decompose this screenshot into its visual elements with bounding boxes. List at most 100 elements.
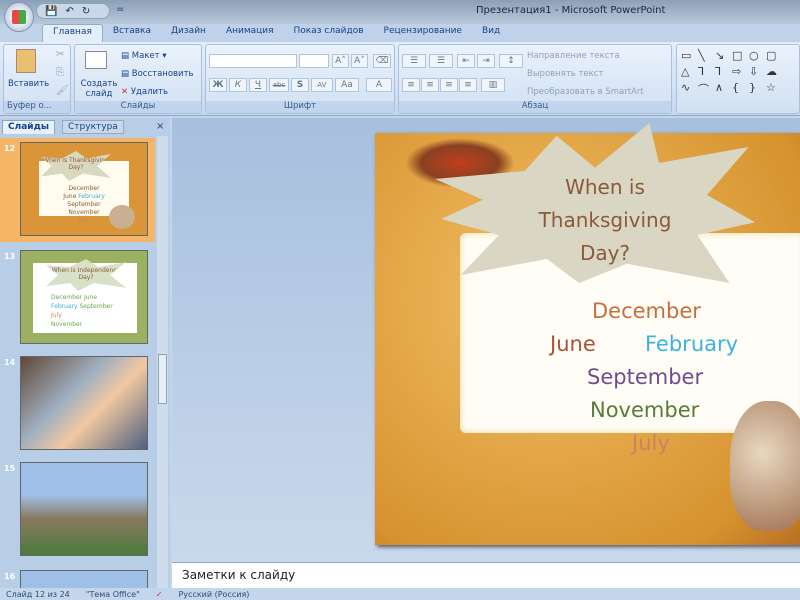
paste-button[interactable]: Вставить <box>8 79 49 89</box>
tab-outline[interactable]: Структура <box>62 120 124 134</box>
line-spacing-button[interactable]: ↕ <box>499 54 523 68</box>
tab-view[interactable]: Вид <box>472 24 510 42</box>
shape-option-icon[interactable]: ▢ <box>766 49 783 62</box>
delete-slide-button[interactable]: ✕ Удалить <box>121 87 168 97</box>
customize-qat-button[interactable]: = <box>116 4 124 15</box>
shape-option-icon[interactable]: ╲ <box>698 49 715 62</box>
shape-option-icon[interactable]: ∧ <box>715 81 732 97</box>
drawing-group: ▭ ╲ ↘ □ ○ ▢ △ ⅂ ⅂ ⇨ ⇩ ☁ ∿ ⌒ ∧{} ☆ <box>676 44 800 114</box>
shape-option-icon[interactable]: { <box>732 81 749 97</box>
tab-review[interactable]: Рецензирование <box>374 24 472 42</box>
undo-icon[interactable]: ↶ <box>65 6 73 17</box>
shape-option-icon[interactable]: ⌒ <box>698 81 715 97</box>
option-february: February <box>645 332 739 356</box>
align-center-button[interactable]: ≡ <box>421 78 439 92</box>
save-icon[interactable]: 💾 <box>45 6 57 17</box>
font-size-select[interactable] <box>299 54 329 68</box>
format-painter-icon[interactable]: 🖌 <box>56 85 69 96</box>
shape-option-icon[interactable]: ▭ <box>681 49 698 62</box>
reset-button[interactable]: ▤ Восстановить <box>121 69 194 79</box>
option-july: July <box>632 431 670 455</box>
bold-button[interactable]: Ж <box>209 78 227 92</box>
shape-option-icon[interactable]: □ <box>732 49 749 62</box>
tab-home[interactable]: Главная <box>42 24 103 42</box>
underline-button[interactable]: Ч <box>249 78 267 92</box>
align-right-button[interactable]: ≡ <box>440 78 458 92</box>
layout-button[interactable]: ▤ Макет ▾ <box>121 51 167 61</box>
justify-button[interactable]: ≡ <box>459 78 477 92</box>
notes-input[interactable]: Заметки к слайду <box>172 562 800 588</box>
slide-thumbnail-16[interactable] <box>20 570 148 590</box>
slide-thumbnail-12[interactable]: When is Thanksgiving Day? December June F… <box>20 142 148 236</box>
spellcheck-icon[interactable]: ✓ <box>156 590 163 599</box>
copy-icon[interactable]: ⎘ <box>56 67 64 78</box>
grow-font-button[interactable]: A˄ <box>332 54 349 68</box>
shape-option-icon[interactable]: ☆ <box>766 81 783 97</box>
office-logo-icon <box>12 10 26 24</box>
char-spacing-button[interactable]: AV <box>311 78 333 92</box>
slide-number: 14 <box>4 358 16 367</box>
language-indicator[interactable]: Русский (Россия) <box>178 590 249 599</box>
smartart-button[interactable]: Преобразовать в SmartArt <box>527 87 644 97</box>
new-slide-button[interactable]: Создать слайд <box>79 79 119 99</box>
shadow-button[interactable]: S <box>291 78 309 92</box>
tab-animation[interactable]: Анимация <box>216 24 284 42</box>
shape-option-icon[interactable]: ∿ <box>681 81 698 97</box>
cut-icon[interactable]: ✂ <box>56 49 64 60</box>
title-line: Day? <box>579 241 631 265</box>
slide-number: 13 <box>4 252 16 261</box>
columns-button[interactable]: ▥ <box>481 78 505 92</box>
close-panel-icon[interactable]: × <box>156 121 164 132</box>
layout-label: Макет <box>131 51 160 61</box>
strikethrough-button[interactable]: abc <box>269 78 289 92</box>
paragraph-label: Абзац <box>399 101 671 113</box>
font-color-button[interactable]: A <box>366 78 392 92</box>
increase-indent-button[interactable]: ⇥ <box>477 54 495 68</box>
change-case-button[interactable]: Aa <box>335 78 359 92</box>
ribbon: Вставить ✂ ⎘ 🖌 Буфер о... Создать слайд … <box>0 42 800 116</box>
shape-option-icon[interactable]: ○ <box>749 49 766 62</box>
window-title: Презентация1 - Microsoft PowerPoint <box>476 5 666 16</box>
shape-option-icon[interactable]: ⅂ <box>715 65 732 78</box>
redo-icon[interactable]: ↻ <box>82 6 90 17</box>
quick-access-toolbar: 💾 ↶ ↻ <box>36 3 110 19</box>
slide-editor: When is Thanksgiving Day? December June … <box>172 118 800 562</box>
shape-option-icon[interactable]: ⅂ <box>698 65 715 78</box>
bullets-button[interactable]: ☰ <box>402 54 426 68</box>
shape-option-icon[interactable]: △ <box>681 65 698 78</box>
shrink-font-button[interactable]: A˅ <box>351 54 368 68</box>
shape-option-icon[interactable]: ↘ <box>715 49 732 62</box>
tab-slideshow[interactable]: Показ слайдов <box>284 24 374 42</box>
clear-format-button[interactable]: ⌫ <box>373 54 391 68</box>
clipboard-label: Буфер о... <box>4 101 70 113</box>
tab-design[interactable]: Дизайн <box>161 24 216 42</box>
align-text-button[interactable]: Выровнять текст <box>527 69 603 79</box>
shape-option-icon[interactable]: ⇩ <box>749 65 766 78</box>
font-name-select[interactable] <box>209 54 297 68</box>
tab-slides[interactable]: Слайды <box>2 120 55 134</box>
decrease-indent-button[interactable]: ⇤ <box>457 54 475 68</box>
slide-thumbnail-14[interactable] <box>20 356 148 450</box>
delete-label: Удалить <box>130 87 169 97</box>
align-left-button[interactable]: ≡ <box>402 78 420 92</box>
paste-icon <box>16 49 36 73</box>
paragraph-group: ☰ ☰ ⇤ ⇥ ↕ ≡ ≡ ≡ ≡ ▥ Направление текста В… <box>398 44 672 114</box>
option-september: September <box>587 365 704 389</box>
slides-panel: Слайды Структура × 12 When is Thanksgivi… <box>0 118 170 590</box>
slide-thumbnail-15[interactable] <box>20 462 148 556</box>
slides-scrollbar[interactable] <box>157 136 168 588</box>
current-slide[interactable]: When is Thanksgiving Day? December June … <box>375 123 800 545</box>
slide-title: When is Thanksgiving Day? <box>505 171 705 270</box>
slides-group: Создать слайд ▤ Макет ▾ ▤ Восстановить ✕… <box>74 44 202 114</box>
numbering-button[interactable]: ☰ <box>429 54 453 68</box>
italic-button[interactable]: К <box>229 78 247 92</box>
slide-thumbnail-13[interactable]: When is Independence Day? December June F… <box>20 250 148 344</box>
slides-label: Слайды <box>75 101 201 113</box>
shape-option-icon[interactable]: } <box>749 81 766 97</box>
shape-option-icon[interactable]: ☁ <box>766 65 783 78</box>
text-direction-button[interactable]: Направление текста <box>527 51 620 61</box>
office-button[interactable] <box>4 2 34 32</box>
tab-insert[interactable]: Вставка <box>103 24 161 42</box>
scrollbar-thumb[interactable] <box>158 354 167 404</box>
shape-option-icon[interactable]: ⇨ <box>732 65 749 78</box>
